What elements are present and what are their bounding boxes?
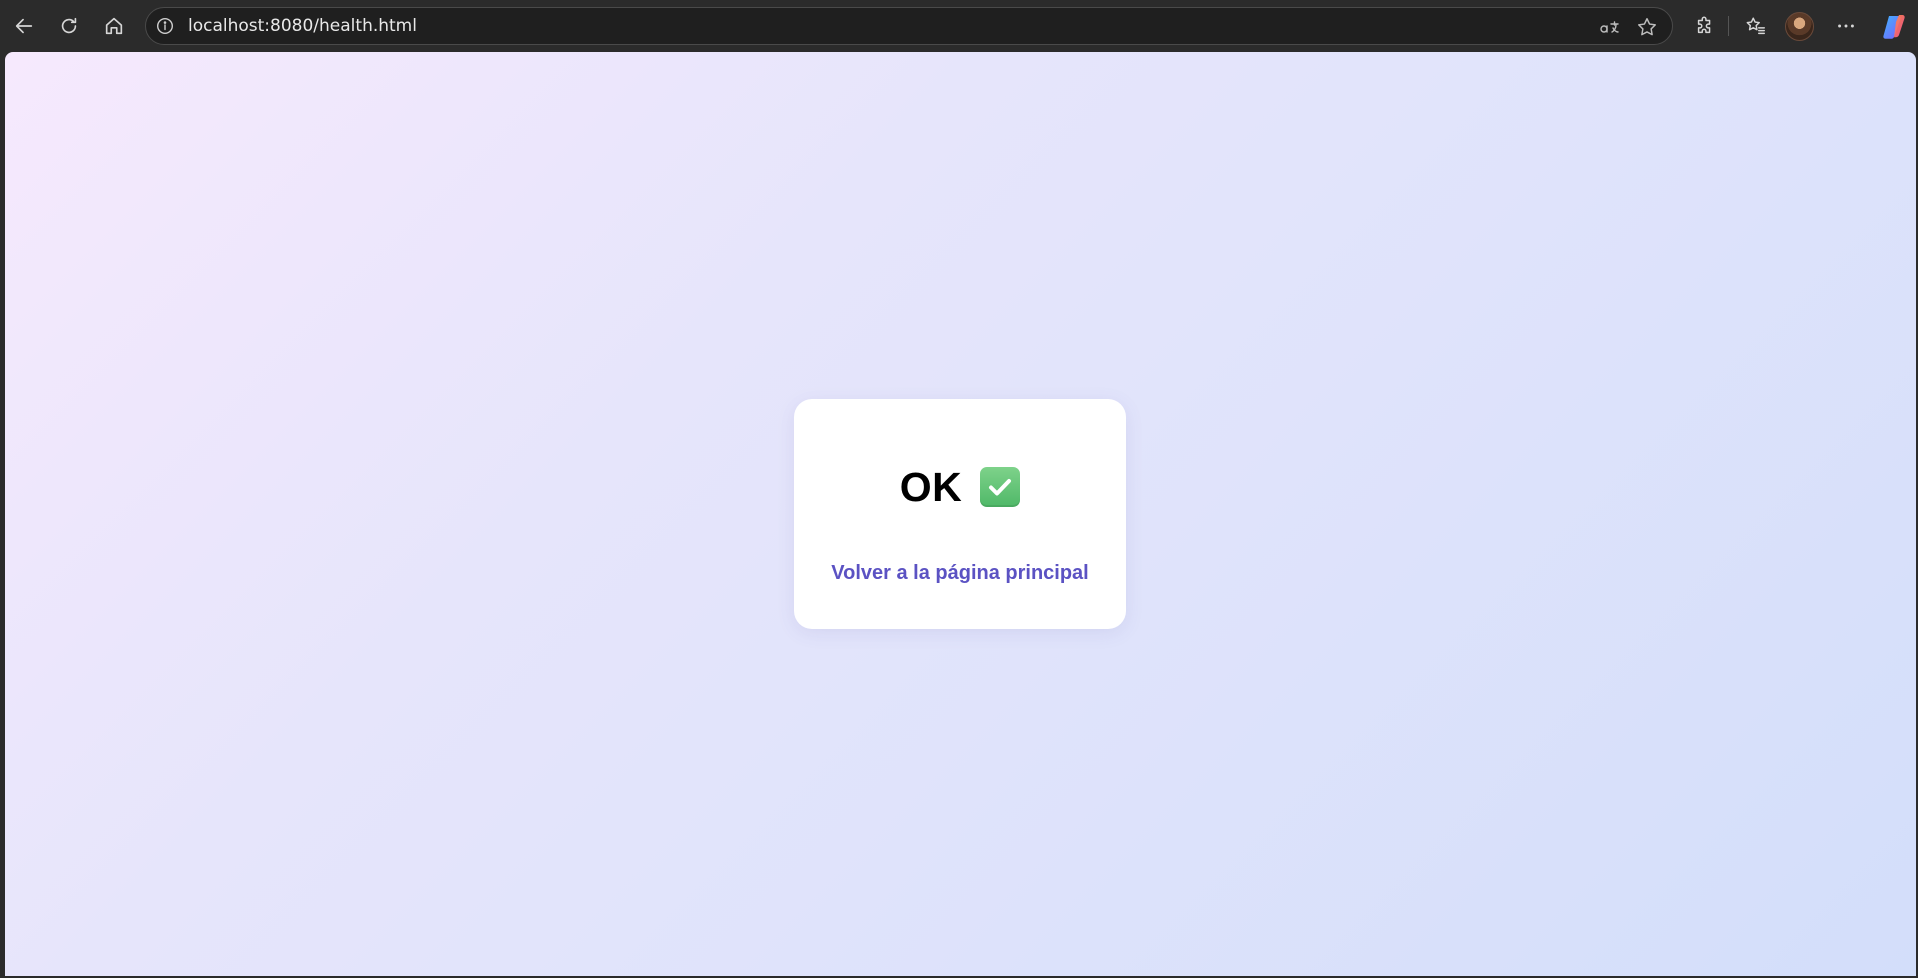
reload-icon: [61, 17, 77, 34]
url-text[interactable]: localhost:8080/health.html: [188, 17, 417, 35]
page-viewport: OK Volver a la página principal: [5, 52, 1916, 976]
copilot-icon: [1883, 15, 1905, 39]
read-aloud-icon: [1600, 21, 1619, 33]
read-aloud-button[interactable]: [1598, 15, 1622, 39]
favorites-icon: [1746, 17, 1765, 35]
favorites-button[interactable]: [1738, 8, 1774, 44]
site-info-button[interactable]: [155, 16, 175, 36]
browser-toolbar: localhost:8080/health.html: [0, 0, 1918, 52]
favorite-button[interactable]: [1635, 15, 1659, 39]
puzzle-icon: [1697, 16, 1711, 34]
home-icon: [105, 17, 123, 35]
reload-button[interactable]: [51, 8, 87, 44]
back-arrow-icon: [15, 18, 33, 34]
home-button[interactable]: [96, 8, 132, 44]
more-button[interactable]: [1828, 8, 1864, 44]
extensions-button[interactable]: [1687, 8, 1723, 44]
check-mark-button-icon: [980, 467, 1021, 507]
address-bar[interactable]: localhost:8080/health.html: [145, 7, 1673, 45]
health-card: OK Volver a la página principal: [794, 399, 1126, 629]
toolbar-divider: [1728, 16, 1729, 36]
status-row: OK: [794, 462, 1126, 512]
info-icon: [156, 17, 174, 35]
home-link[interactable]: Volver a la página principal: [794, 562, 1126, 585]
back-button[interactable]: [6, 8, 42, 44]
more-icon: [1838, 24, 1854, 28]
star-icon: [1638, 18, 1656, 36]
copilot-button[interactable]: [1880, 13, 1908, 41]
status-text: OK: [899, 463, 963, 510]
avatar[interactable]: [1785, 12, 1814, 41]
